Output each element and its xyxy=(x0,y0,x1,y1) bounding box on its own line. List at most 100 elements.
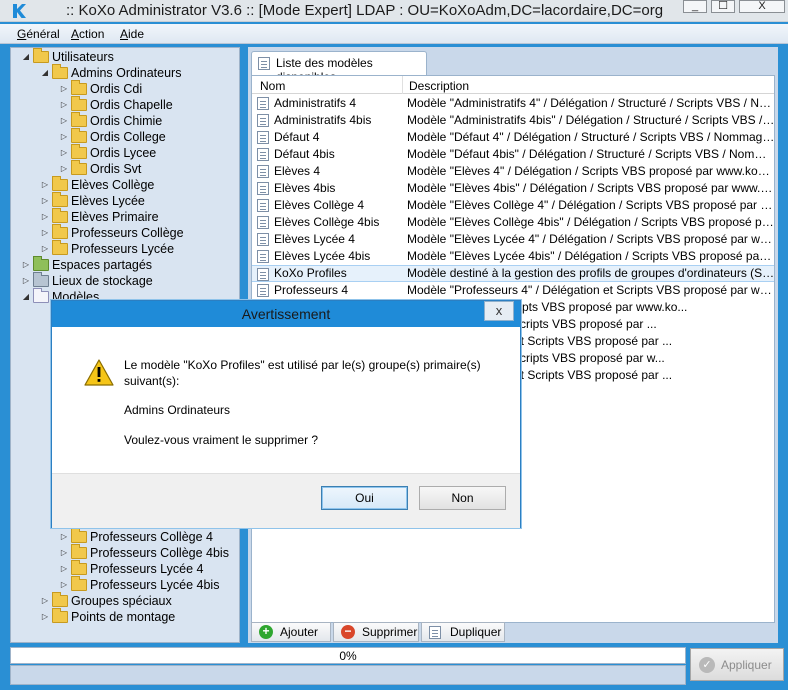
table-row[interactable]: Administratifs 4 Modèle "Administratifs 4… xyxy=(252,95,774,112)
table-row[interactable]: Professeurs 4 Modèle "Professeurs 4" / Dé… xyxy=(252,282,774,299)
folder-icon xyxy=(52,64,68,79)
delete-button[interactable]: − Supprimer xyxy=(333,622,419,642)
folder-icon xyxy=(33,48,49,63)
model-name: Elèves Lycée 4bis xyxy=(274,249,371,263)
folder-icon xyxy=(71,528,87,543)
duplicate-button[interactable]: Dupliquer xyxy=(421,622,505,642)
menu-aide[interactable]: Aide xyxy=(120,27,144,41)
table-row[interactable]: Elèves Collège 4 Modèle "Elèves Collège 4… xyxy=(252,197,774,214)
column-divider[interactable] xyxy=(402,76,403,94)
expander-icon[interactable]: ▷ xyxy=(40,225,50,241)
folder-icon xyxy=(71,160,87,175)
minimize-button[interactable]: _ xyxy=(683,0,707,13)
menu-action[interactable]: Action xyxy=(71,27,104,41)
model-name: Professeurs 4 xyxy=(274,283,349,297)
tree-node-professeurs-lycee[interactable]: ▷ Professeurs Lycée xyxy=(40,240,174,257)
tree-node-professeurs-college-4bis[interactable]: ▷ Professeurs Collège 4bis xyxy=(59,544,229,561)
model-name: Administratifs 4 xyxy=(274,96,357,110)
model-name: Administratifs 4bis xyxy=(274,113,372,127)
tree-node-eleves-primaire[interactable]: ▷ Elèves Primaire xyxy=(40,208,159,225)
tree-node-ordis-svt[interactable]: ▷ Ordis Svt xyxy=(59,160,141,177)
table-row[interactable]: Défaut 4bis Modèle "Défaut 4bis" / Déléga… xyxy=(252,146,774,163)
expander-icon[interactable]: ▷ xyxy=(40,193,50,209)
model-description: Modèle "Elèves 4" / Délégation / Scripts… xyxy=(407,164,775,178)
tree-node-groupes-speciaux[interactable]: ▷ Groupes spéciaux xyxy=(40,592,172,609)
add-button[interactable]: + Ajouter xyxy=(251,622,331,642)
folder-icon xyxy=(71,128,87,143)
tree-node-professeurs-lycee-4[interactable]: ▷ Professeurs Lycée 4 xyxy=(59,560,203,577)
folder-icon xyxy=(71,544,87,559)
expander-icon[interactable]: ▷ xyxy=(40,609,50,625)
table-row[interactable]: Elèves Collège 4bis Modèle "Elèves Collèg… xyxy=(252,214,774,231)
expander-icon[interactable]: ▷ xyxy=(59,561,69,577)
table-row[interactable]: Défaut 4 Modèle "Défaut 4" / Délégation /… xyxy=(252,129,774,146)
model-name: Elèves Collège 4 xyxy=(274,198,365,212)
dialog-close-button[interactable]: x xyxy=(484,301,514,321)
dialog-title-bar: Avertissement x xyxy=(52,301,520,327)
expander-icon[interactable]: ▷ xyxy=(59,81,69,97)
tree-node-admins-ordinateurs[interactable]: ◢ Admins Ordinateurs xyxy=(40,64,181,81)
expander-icon[interactable]: ▷ xyxy=(59,577,69,593)
maximize-button[interactable]: ☐ xyxy=(711,0,735,13)
duplicate-icon xyxy=(429,626,441,639)
expander-icon[interactable]: ▷ xyxy=(40,177,50,193)
folder-icon xyxy=(71,96,87,111)
document-icon xyxy=(258,57,270,70)
tree-node-lieux-de-stockage[interactable]: ▷ Lieux de stockage xyxy=(21,272,153,289)
column-header-name[interactable]: Nom xyxy=(260,79,285,93)
expander-icon[interactable]: ▷ xyxy=(59,529,69,545)
tree-node-ordis-cdi[interactable]: ▷ Ordis Cdi xyxy=(59,80,142,97)
list-header: Nom Description xyxy=(252,76,774,94)
expander-icon[interactable]: ▷ xyxy=(59,97,69,113)
table-row[interactable]: Elèves 4bis Modèle "Elèves 4bis" / Déléga… xyxy=(252,180,774,197)
tree-node-eleves-lycee[interactable]: ▷ Elèves Lycée xyxy=(40,192,145,209)
column-header-description[interactable]: Description xyxy=(409,79,469,93)
tree-node-utilisateurs[interactable]: ◢ Utilisateurs xyxy=(21,48,114,65)
expander-icon[interactable]: ▷ xyxy=(40,209,50,225)
tree-node-professeurs-lycee-4bis[interactable]: ▷ Professeurs Lycée 4bis xyxy=(59,576,219,593)
tree-node-ordis-chimie[interactable]: ▷ Ordis Chimie xyxy=(59,112,162,129)
window-title: :: KoXo Administrator V3.6 :: [Mode Expe… xyxy=(66,2,664,19)
models-icon xyxy=(33,288,49,303)
yes-button[interactable]: Oui xyxy=(321,486,408,510)
tree-node-eleves-college[interactable]: ▷ Elèves Collège xyxy=(40,176,154,193)
no-button[interactable]: Non xyxy=(419,486,506,510)
tree-node-professeurs-college[interactable]: ▷ Professeurs Collège xyxy=(40,224,184,241)
menu-bar: Général Action Aide xyxy=(0,24,788,44)
menu-general[interactable]: Général xyxy=(17,27,60,41)
expander-icon[interactable]: ▷ xyxy=(59,113,69,129)
model-document-icon xyxy=(257,131,269,144)
table-row[interactable]: Elèves 4 Modèle "Elèves 4" / Délégation /… xyxy=(252,163,774,180)
expander-icon[interactable]: ▷ xyxy=(59,161,69,177)
folder-icon xyxy=(52,192,68,207)
table-row[interactable]: KoXo Profiles Modèle destiné à la gestion… xyxy=(252,265,774,282)
expander-icon[interactable]: ◢ xyxy=(40,65,50,81)
expander-icon[interactable]: ▷ xyxy=(59,545,69,561)
expander-icon[interactable]: ▷ xyxy=(40,241,50,257)
expander-icon[interactable]: ◢ xyxy=(21,289,31,305)
table-row[interactable]: Administratifs 4bis Modèle "Administratif… xyxy=(252,112,774,129)
apply-button[interactable]: ✓ Appliquer xyxy=(690,648,784,681)
close-window-button[interactable]: X xyxy=(739,0,785,13)
table-row[interactable]: Elèves Lycée 4 Modèle "Elèves Lycée 4" / … xyxy=(252,231,774,248)
expander-icon[interactable]: ◢ xyxy=(21,49,31,65)
tree-node-ordis-college[interactable]: ▷ Ordis College xyxy=(59,128,166,145)
model-description: Modèle "Elèves Lycée 4bis" / Délégation … xyxy=(407,249,775,263)
tree-node-points-de-montage[interactable]: ▷ Points de montage xyxy=(40,608,175,625)
model-document-icon xyxy=(257,250,269,263)
expander-icon[interactable]: ▷ xyxy=(21,257,31,273)
expander-icon[interactable]: ▷ xyxy=(21,273,31,289)
model-name: KoXo Profiles xyxy=(274,266,347,280)
table-row[interactable]: Elèves Lycée 4bis Modèle "Elèves Lycée 4b… xyxy=(252,248,774,265)
tree-node-professeurs-college-4[interactable]: ▷ Professeurs Collège 4 xyxy=(59,528,213,545)
dialog-body: Le modèle "KoXo Profiles" est utilisé pa… xyxy=(52,327,520,473)
tree-node-espaces-partages[interactable]: ▷ Espaces partagés xyxy=(21,256,152,273)
tree-node-ordis-chapelle[interactable]: ▷ Ordis Chapelle xyxy=(59,96,173,113)
model-name: Défaut 4bis xyxy=(274,147,335,161)
expander-icon[interactable]: ▷ xyxy=(59,145,69,161)
tab-models-list[interactable]: Liste des modèles disponibles xyxy=(251,51,427,84)
dialog-footer: Oui Non xyxy=(52,473,520,528)
tree-node-ordis-lycee[interactable]: ▷ Ordis Lycee xyxy=(59,144,156,161)
expander-icon[interactable]: ▷ xyxy=(40,593,50,609)
expander-icon[interactable]: ▷ xyxy=(59,129,69,145)
